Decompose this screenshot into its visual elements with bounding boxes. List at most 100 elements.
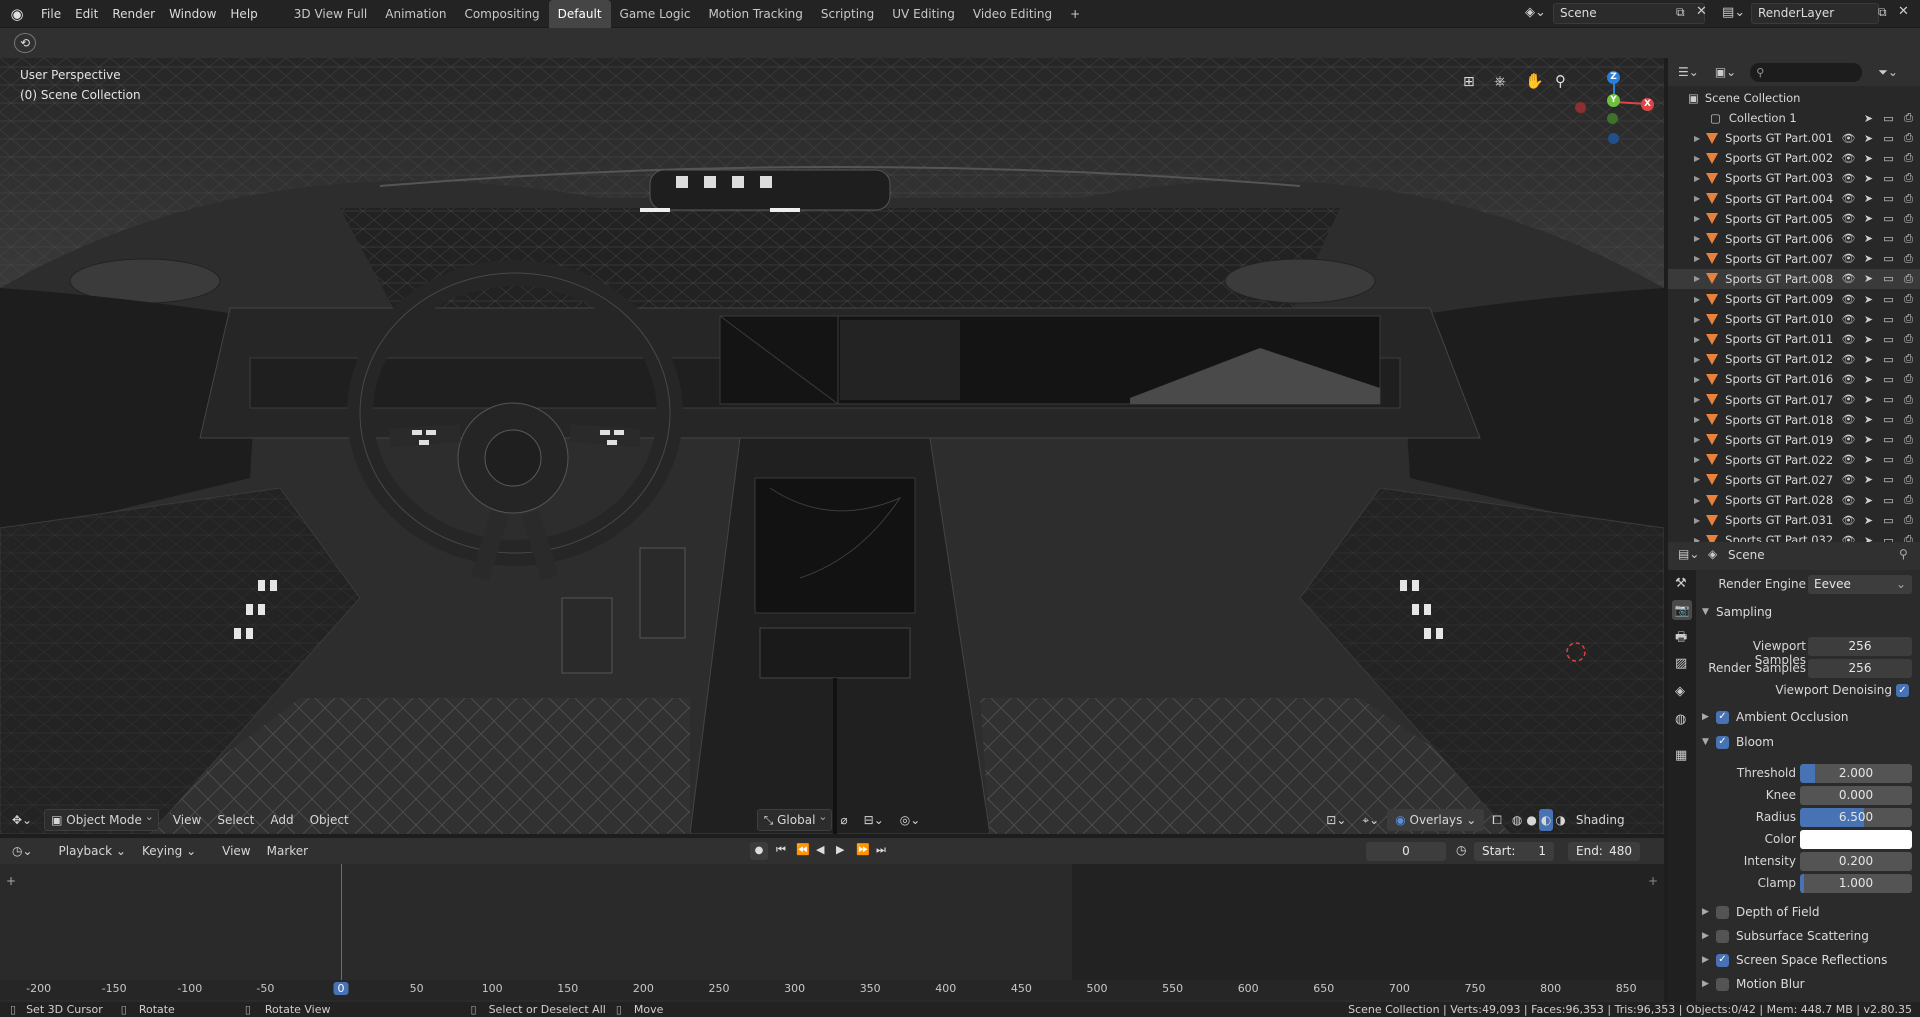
material-shading-icon[interactable]: ◐	[1538, 809, 1554, 831]
eye-icon[interactable]: 👁	[1841, 393, 1856, 407]
render-camera-icon[interactable]: ⎙	[1901, 332, 1916, 346]
tool-tab-icon[interactable]: ⚒	[1675, 576, 1687, 591]
timeline-menu-view[interactable]: View	[214, 840, 258, 862]
viewport-monitor-icon[interactable]: ▭	[1881, 232, 1896, 246]
eye-icon[interactable]: 👁	[1841, 493, 1856, 507]
clamp-slider[interactable]: 1.000	[1800, 874, 1912, 893]
sampling-panel-header[interactable]: ▼ Sampling	[1702, 601, 1916, 623]
pin-icon[interactable]: ⚲	[1899, 547, 1908, 561]
start-frame-field[interactable]: Start: 1	[1474, 842, 1554, 861]
new-scene-icon[interactable]: ⧉	[1676, 5, 1685, 20]
menu-help[interactable]: Help	[223, 0, 264, 28]
3d-viewport[interactable]: User Perspective (0) Scene Collection ⊞ …	[0, 58, 1664, 834]
frame-ruler[interactable]: -200 -150 -100 -50 0 50 100 150 200 250 300 350 400 4…	[0, 980, 1664, 1000]
render-camera-icon[interactable]: ⎙	[1901, 212, 1916, 226]
outliner-item[interactable]: ▶ Sports GT Part.018 👁 ➤ ▭ ⎙	[1668, 410, 1920, 430]
outliner-scene-collection[interactable]: ▣ Scene Collection	[1668, 88, 1920, 108]
expand-arrow-icon[interactable]: ▶	[1694, 355, 1700, 364]
viewport-monitor-icon[interactable]: ▭	[1881, 372, 1896, 386]
viewport-monitor-icon[interactable]: ▭	[1881, 352, 1896, 366]
render-camera-icon[interactable]: ⎙	[1901, 272, 1916, 286]
tab-scripting[interactable]: Scripting	[812, 0, 883, 28]
record-button[interactable]: ●	[750, 842, 768, 860]
viewport-monitor-icon[interactable]: ▭	[1881, 433, 1896, 447]
outliner-item[interactable]: ▶ Sports GT Part.002 👁 ➤ ▭ ⎙	[1668, 148, 1920, 168]
viewport-monitor-icon[interactable]: ▭	[1881, 393, 1896, 407]
solid-shading-icon[interactable]: ●	[1524, 809, 1538, 831]
camera-view-icon[interactable]: ⎈	[1494, 72, 1506, 90]
gizmo-neg-x-axis[interactable]	[1575, 102, 1586, 113]
current-frame-field[interactable]: 0	[1366, 842, 1446, 861]
timeline-menu-playback[interactable]: Playback ⌄	[51, 840, 134, 862]
motion-blur-checkbox[interactable]	[1716, 977, 1729, 991]
viewport-monitor-icon[interactable]: ▭	[1881, 192, 1896, 206]
select-arrow-icon[interactable]: ➤	[1861, 332, 1876, 346]
outliner-item[interactable]: ▶ Sports GT Part.032 👁 ➤ ▭ ⎙	[1668, 530, 1920, 542]
jump-keyframe-back-button[interactable]: ⏪	[796, 843, 810, 856]
overlays-toggle[interactable]: ◉ Overlays ⌄	[1387, 809, 1485, 831]
expand-arrow-icon[interactable]: ▶	[1694, 496, 1700, 505]
select-arrow-icon[interactable]: ➤	[1861, 433, 1876, 447]
outliner-item[interactable]: ▶ Sports GT Part.031 👁 ➤ ▭ ⎙	[1668, 510, 1920, 530]
render-camera-icon[interactable]: ⎙	[1901, 292, 1916, 306]
timeline-editor-icon[interactable]: ◷⌄	[4, 840, 41, 862]
menu-file[interactable]: File	[34, 0, 68, 28]
viewport-monitor-icon[interactable]: ▭	[1881, 533, 1896, 542]
menu-window[interactable]: Window	[162, 0, 223, 28]
menu-render[interactable]: Render	[105, 0, 162, 28]
select-arrow-icon[interactable]: ➤	[1861, 352, 1876, 366]
expand-arrow-icon[interactable]: ▶	[1694, 194, 1700, 203]
viewport-menu-view[interactable]: View	[165, 809, 209, 831]
wireframe-shading-icon[interactable]: ◍	[1510, 809, 1524, 831]
tab-motion-tracking[interactable]: Motion Tracking	[699, 0, 811, 28]
viewport-monitor-icon[interactable]: ▭	[1881, 272, 1896, 286]
viewport-monitor-icon[interactable]: ▭	[1881, 332, 1896, 346]
delete-scene-icon[interactable]: ✕	[1696, 4, 1707, 19]
select-arrow-icon[interactable]: ➤	[1861, 372, 1876, 386]
output-tab-icon[interactable]: 🖶	[1675, 628, 1687, 650]
tab-video-editing[interactable]: Video Editing	[964, 0, 1061, 28]
play-button[interactable]: ▶	[836, 843, 844, 856]
expand-arrow-icon[interactable]: ▶	[1694, 435, 1700, 444]
select-arrow-icon[interactable]: ➤	[1861, 292, 1876, 306]
world-tab-icon[interactable]: ◍	[1675, 712, 1686, 727]
render-engine-dropdown[interactable]: Eevee ⌄	[1808, 575, 1912, 594]
properties-editor-icon[interactable]: ▤⌄	[1678, 547, 1699, 561]
tab-game-logic[interactable]: Game Logic	[611, 0, 700, 28]
render-camera-icon[interactable]: ⎙	[1901, 192, 1916, 206]
expand-arrow-icon[interactable]: ▶	[1694, 154, 1700, 163]
expand-arrow-icon[interactable]: ▶	[1694, 295, 1700, 304]
shading-dropdown[interactable]: Shading	[1568, 809, 1633, 831]
viewport-monitor-icon[interactable]: ▭	[1881, 252, 1896, 266]
view-layer-icon[interactable]: ▤⌄	[1722, 5, 1745, 20]
delete-view-layer-icon[interactable]: ✕	[1898, 4, 1909, 19]
outliner-item[interactable]: ▶ Sports GT Part.003 👁 ➤ ▭ ⎙	[1668, 168, 1920, 188]
bloom-checkbox[interactable]: ✓	[1716, 735, 1729, 749]
outliner-item[interactable]: ▶ Sports GT Part.004 👁 ➤ ▭ ⎙	[1668, 189, 1920, 209]
pan-hand-icon[interactable]: ✋	[1525, 72, 1544, 90]
select-arrow-icon[interactable]: ➤	[1861, 533, 1876, 542]
select-arrow-icon[interactable]: ➤	[1861, 453, 1876, 467]
radius-slider[interactable]: 6.500	[1800, 808, 1912, 827]
knee-slider[interactable]: 0.000	[1800, 786, 1912, 805]
select-arrow-icon[interactable]: ➤	[1861, 252, 1876, 266]
expand-arrow-icon[interactable]: ▶	[1694, 475, 1700, 484]
display-mode-icon[interactable]: ▣⌄	[1715, 65, 1736, 79]
select-arrow-icon[interactable]: ➤	[1861, 493, 1876, 507]
eye-icon[interactable]: 👁	[1841, 151, 1856, 165]
viewport-monitor-icon[interactable]: ▭	[1881, 312, 1896, 326]
tab-compositing[interactable]: Compositing	[455, 0, 548, 28]
render-camera-icon[interactable]: ⎙	[1901, 473, 1916, 487]
outliner-search-input[interactable]: ⚲	[1750, 62, 1863, 82]
screen-space-reflections-panel-header[interactable]: ▶ ✓ Screen Space Reflections	[1702, 949, 1916, 971]
expand-arrow-icon[interactable]: ▶	[1694, 134, 1700, 143]
outliner-collection-1[interactable]: ▢ Collection 1 ➤ ▭ ⎙	[1668, 108, 1920, 128]
eye-icon[interactable]: 👁	[1841, 272, 1856, 286]
depth-of-field-panel-header[interactable]: ▶ Depth of Field	[1702, 901, 1916, 923]
outliner-item[interactable]: ▶ Sports GT Part.009 👁 ➤ ▭ ⎙	[1668, 289, 1920, 309]
eye-icon[interactable]: 👁	[1841, 131, 1856, 145]
eye-icon[interactable]: 👁	[1841, 372, 1856, 386]
subsurface-scattering-panel-header[interactable]: ▶ Subsurface Scattering	[1702, 925, 1916, 947]
visibility-filter-icon[interactable]: ⊡⌄	[1318, 809, 1354, 831]
outliner-editor-icon[interactable]: ☰⌄	[1678, 65, 1699, 79]
